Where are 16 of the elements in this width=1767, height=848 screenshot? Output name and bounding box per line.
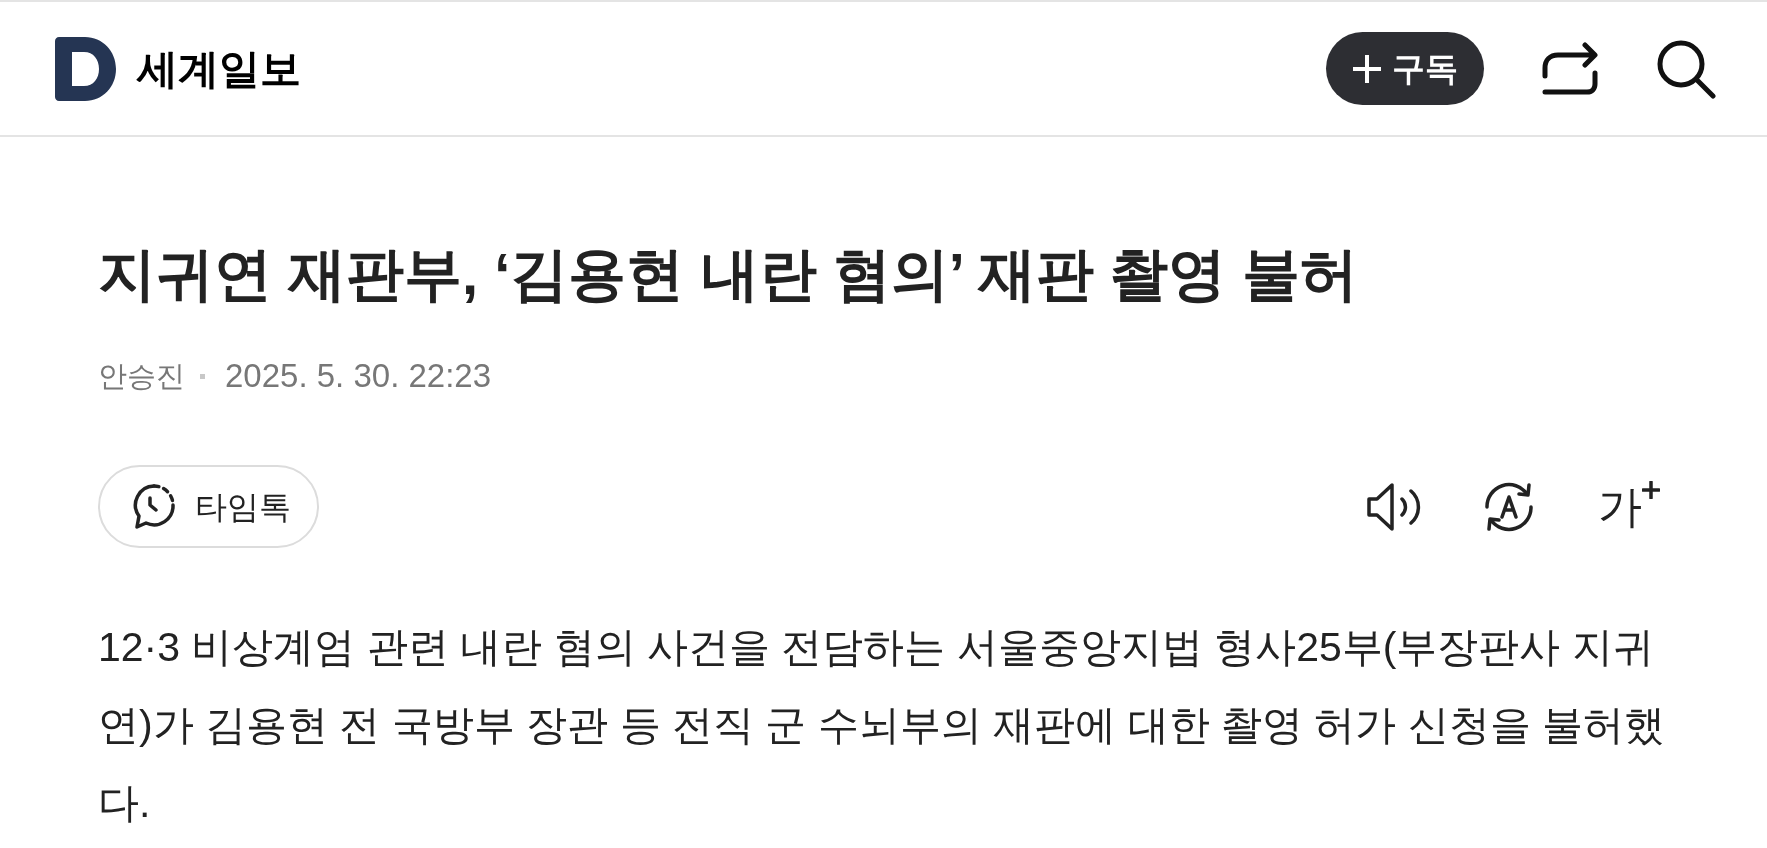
- subscribe-button[interactable]: 구독: [1326, 32, 1484, 105]
- author-name: 안승진: [98, 359, 185, 394]
- font-size-button[interactable]: 가: [1598, 480, 1660, 533]
- logo-icon: [55, 36, 116, 101]
- timetalk-button[interactable]: 타임톡: [98, 465, 319, 548]
- article-body: 12·3 비상계엄 관련 내란 혐의 사건을 전담하는 서울중앙지법 형사25부(부장판사 지귀연)가 김용현 전 국방부 장관 등 전직 군 수뇌부의 재판에 대한 촬영 허가 신청을 불허했다.: [98, 623, 1667, 828]
- speaker-icon[interactable]: [1365, 481, 1423, 532]
- publish-date: 2025. 5. 30. 22:23: [225, 356, 492, 396]
- article-title: 지귀연 재판부, ‘김용현 내란 혐의’ 재판 촬영 불허: [98, 240, 1359, 308]
- search-icon[interactable]: [1656, 38, 1716, 99]
- plus-icon: [1642, 480, 1660, 499]
- plus-icon: [1352, 53, 1382, 84]
- logo-text: 세계일보: [137, 44, 301, 94]
- translate-icon[interactable]: [1483, 480, 1535, 533]
- share-icon[interactable]: [1542, 41, 1598, 96]
- chat-clock-icon: [131, 482, 177, 531]
